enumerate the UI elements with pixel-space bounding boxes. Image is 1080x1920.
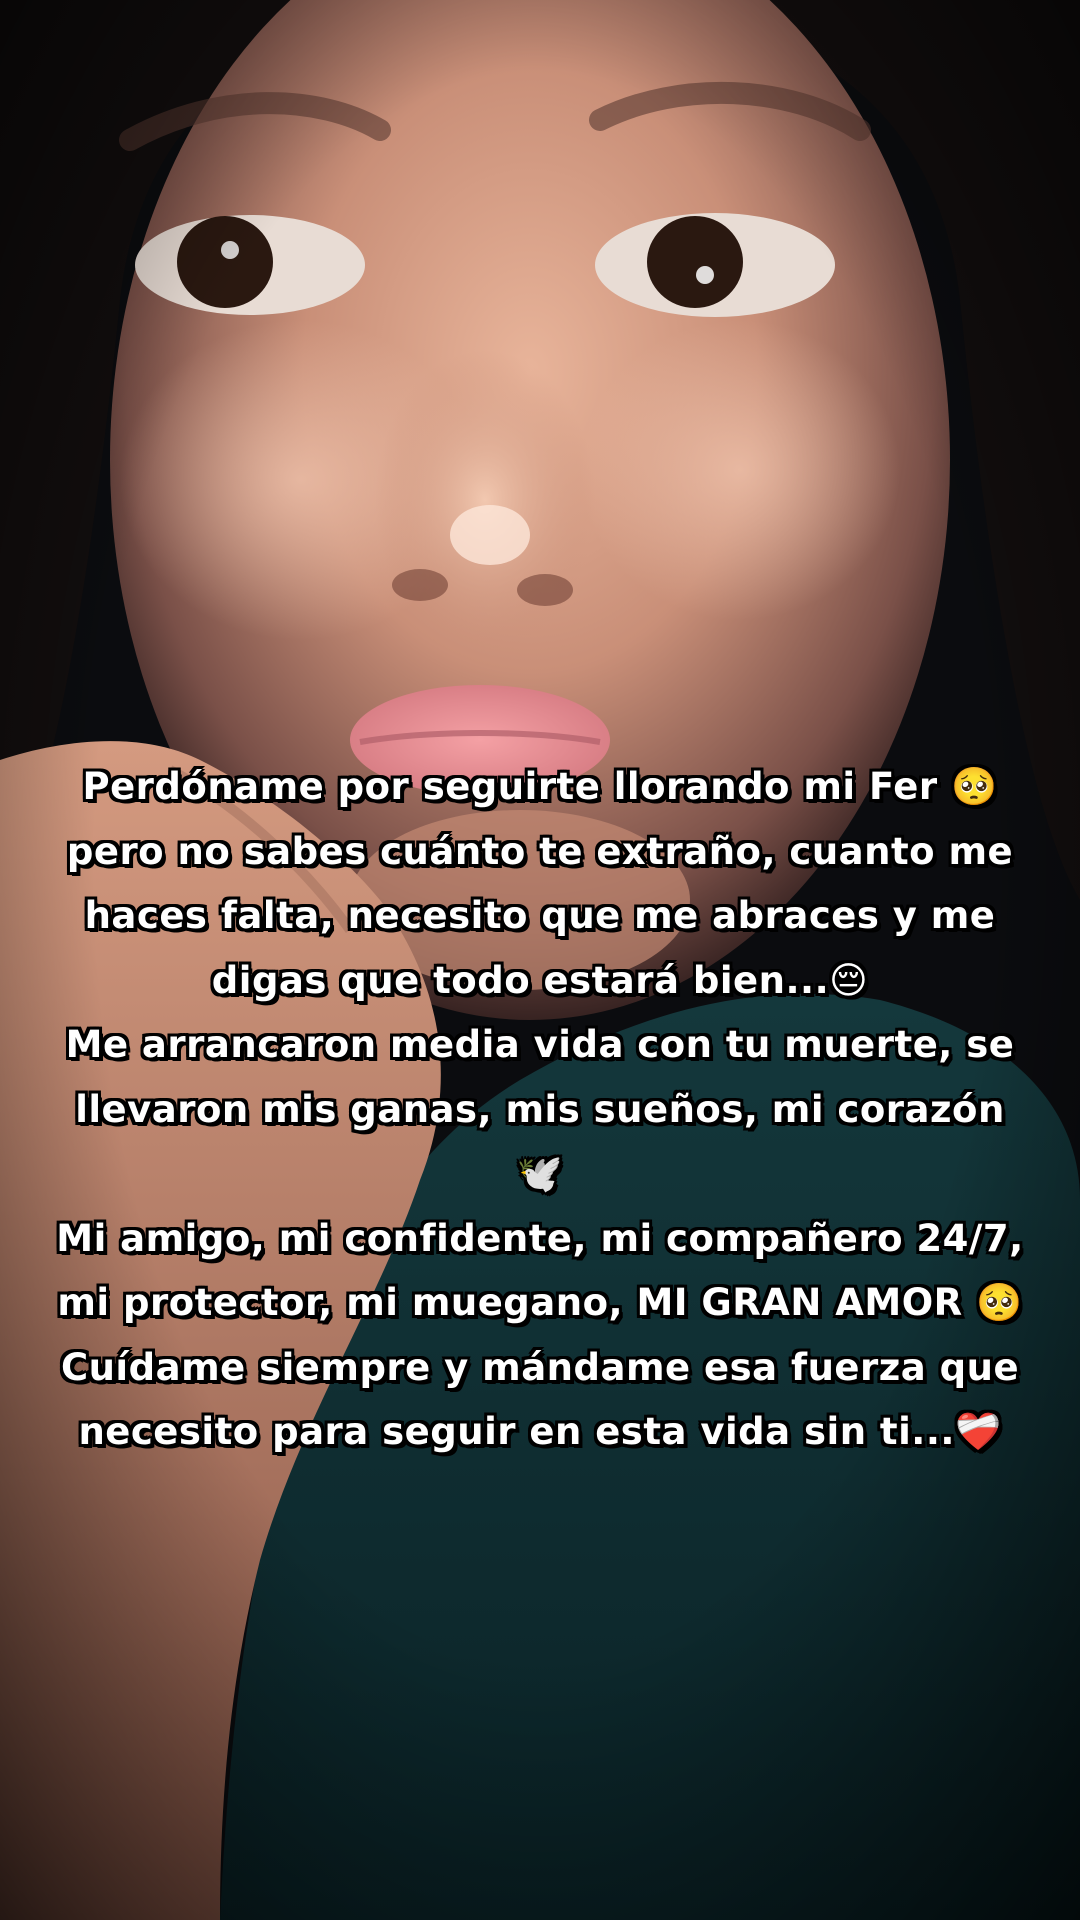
dove-emoji: 🕊️ [516, 1152, 564, 1195]
caption-line: Cuídame siempre y mándame esa fuerza que [60, 1345, 1020, 1389]
caption-line: Mi amigo, mi confidente, mi compañero 24… [56, 1216, 1024, 1260]
caption-line: necesito para seguir en esta vida sin ti… [78, 1410, 1002, 1453]
caption-line: mi protector, mi muegano, MI GRAN AMOR 🥺 [57, 1281, 1023, 1324]
video-frame: Perdóname por seguirte llorando mi Fer 🥺… [0, 0, 1080, 1920]
caption-text: Perdóname por seguirte llorando mi Fer 🥺… [20, 755, 1060, 1465]
caption-line: haces falta, necesito que me abraces y m… [84, 894, 996, 937]
caption-line: Perdóname por seguirte llorando mi Fer 🥺 [82, 765, 998, 808]
caption-line: llevaron mis ganas, mis sueños, mi coraz… [75, 1087, 1005, 1131]
caption-line: pero no sabes cuánto te extraño, cuanto … [66, 829, 1014, 873]
caption-line: digas que todo estará bien...😔 [211, 958, 869, 1002]
caption-line: Me arrancaron media vida con tu muerte, … [65, 1023, 1015, 1066]
